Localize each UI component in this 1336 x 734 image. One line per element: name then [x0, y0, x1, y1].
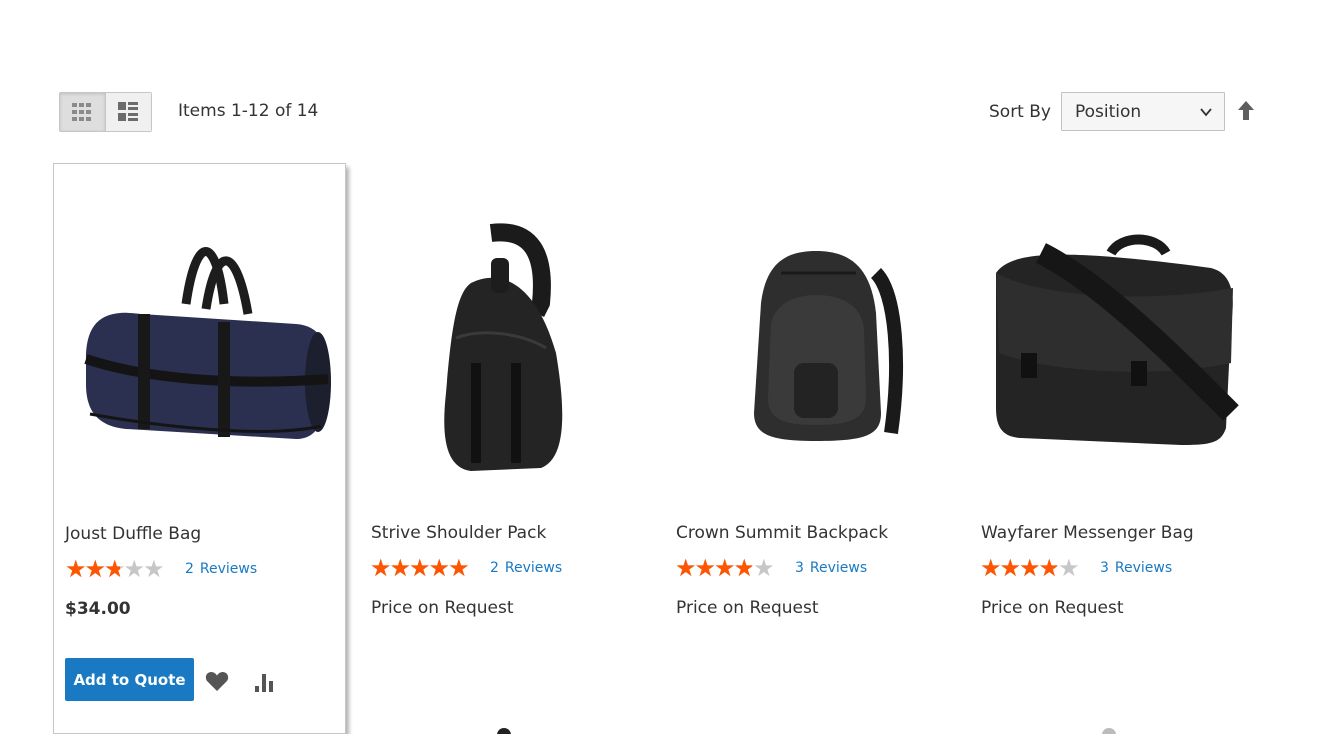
reviews-link[interactable]: 2 Reviews	[185, 561, 257, 577]
product-price: $34.00	[65, 599, 131, 619]
review-label: Reviews	[199, 561, 258, 577]
reviews-link[interactable]: 3 Reviews	[795, 560, 867, 576]
arrow-up-icon[interactable]	[1236, 100, 1256, 122]
product-rating: ★★★★★ ★★★★★ 2 Reviews	[370, 556, 562, 580]
rating-stars[interactable]: ★★★★★ ★★★★★	[65, 557, 175, 581]
reviews-link[interactable]: 3 Reviews	[1100, 560, 1172, 576]
product-price: Price on Request	[981, 598, 1124, 618]
sort-by-label: Sort By	[989, 102, 1051, 122]
grid-icon	[72, 103, 92, 121]
compare-icon[interactable]	[253, 670, 277, 692]
heart-icon[interactable]	[205, 670, 229, 692]
toolbar-item-count: Items 1-12 of 14	[178, 101, 319, 121]
product-price: Price on Request	[676, 598, 819, 618]
sort-by-select[interactable]: Position	[1061, 92, 1225, 131]
sort-by-selected-value: Position	[1075, 101, 1142, 122]
product-price: Price on Request	[371, 598, 514, 618]
product-card: Strive Shoulder Pack ★★★★★ ★★★★★ 2 Revie…	[359, 163, 652, 734]
reviews-link[interactable]: 2 Reviews	[490, 560, 562, 576]
backpack-image	[754, 251, 903, 441]
add-to-quote-button[interactable]: Add to Quote	[65, 658, 194, 701]
review-label: Reviews	[809, 560, 868, 576]
product-name-link[interactable]: Joust Duffle Bag	[65, 523, 201, 545]
review-count: 2	[185, 561, 194, 577]
product-image[interactable]	[981, 213, 1249, 483]
product-image[interactable]	[371, 213, 639, 483]
product-name-link[interactable]: Crown Summit Backpack	[676, 522, 888, 544]
view-mode-switcher	[59, 92, 152, 132]
product-name-link[interactable]: Wayfarer Messenger Bag	[981, 522, 1194, 544]
product-rating: ★★★★★ ★★★★★ 2 Reviews	[65, 557, 257, 581]
rating-stars[interactable]: ★★★★★ ★★★★★	[675, 556, 785, 580]
sling-pack-image	[444, 223, 563, 471]
review-label: Reviews	[1114, 560, 1173, 576]
review-count: 3	[1100, 560, 1109, 576]
product-card: Joust Duffle Bag ★★★★★ ★★★★★ 2 Reviews $…	[53, 163, 346, 734]
rating-stars[interactable]: ★★★★★ ★★★★★	[370, 556, 480, 580]
product-card: Crown Summit Backpack ★★★★★ ★★★★★ 3 Revi…	[664, 163, 957, 734]
review-label: Reviews	[504, 560, 563, 576]
product-image[interactable]	[66, 214, 334, 484]
duffle-bag-image	[84, 247, 331, 439]
review-count: 2	[490, 560, 499, 576]
chevron-down-icon	[1200, 108, 1212, 117]
product-rating: ★★★★★ ★★★★★ 3 Reviews	[675, 556, 867, 580]
grid-view-button[interactable]	[60, 93, 106, 131]
messenger-bag-image	[996, 234, 1239, 445]
review-count: 3	[795, 560, 804, 576]
product-rating: ★★★★★ ★★★★★ 3 Reviews	[980, 556, 1172, 580]
list-icon	[118, 102, 139, 121]
product-name-link[interactable]: Strive Shoulder Pack	[371, 522, 546, 544]
product-image[interactable]	[676, 213, 944, 483]
product-listing-page: Items 1-12 of 14 Sort By Position Joust …	[0, 0, 1336, 734]
product-card: Wayfarer Messenger Bag ★★★★★ ★★★★★ 3 Rev…	[969, 163, 1262, 734]
list-view-button[interactable]	[105, 93, 151, 131]
rating-stars[interactable]: ★★★★★ ★★★★★	[980, 556, 1090, 580]
